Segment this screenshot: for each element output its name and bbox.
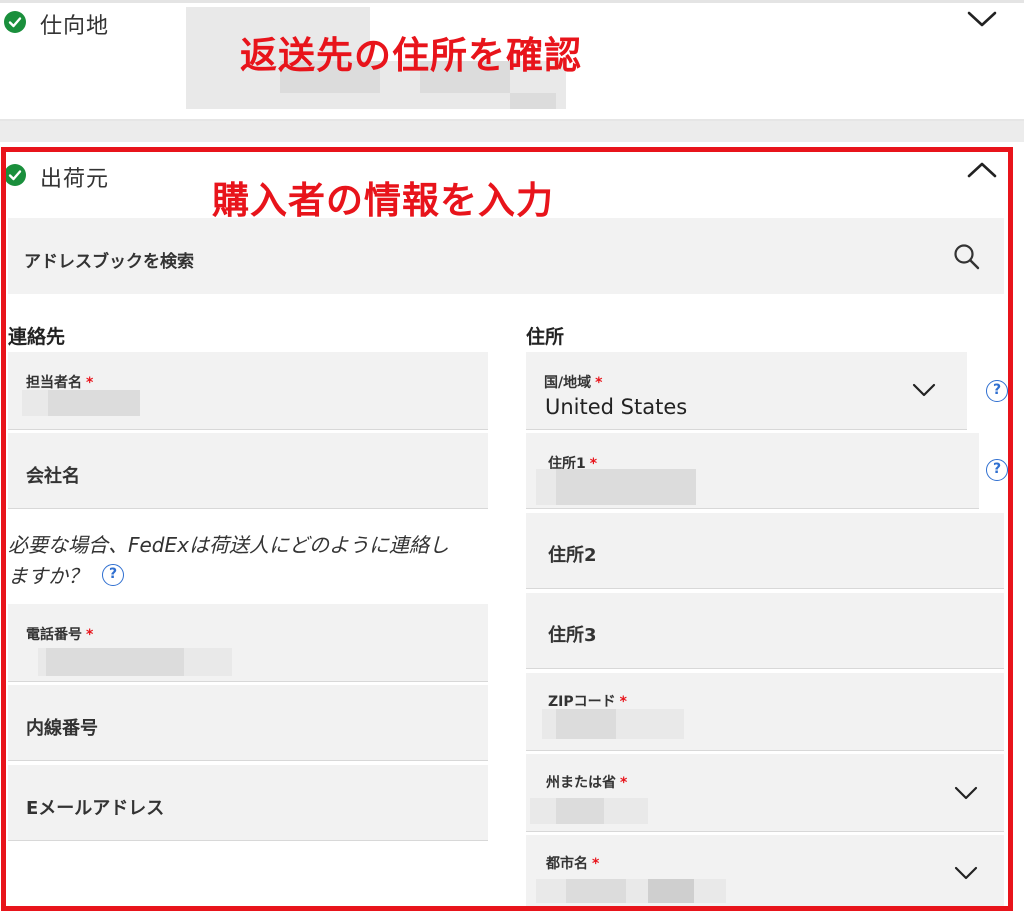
- address3-label: 住所3: [548, 625, 597, 646]
- state-label: 州または省 *: [546, 775, 628, 791]
- redacted-address: [510, 93, 556, 109]
- address-heading: 住所: [526, 326, 565, 348]
- help-icon[interactable]: ?: [986, 380, 1008, 402]
- redacted-value: [48, 390, 140, 416]
- redacted-value: [556, 709, 616, 739]
- destination-section: 仕向地 返送先の住所を確認: [0, 0, 1024, 121]
- phone-number-field[interactable]: 電話番号 *: [8, 604, 488, 682]
- extension-field[interactable]: 内線番号: [8, 685, 488, 761]
- redacted-value: [648, 879, 694, 903]
- state-select[interactable]: 州または省 *: [526, 754, 1004, 832]
- chevron-up-icon[interactable]: [966, 160, 998, 180]
- contact-help-text-line: ますか？: [8, 564, 88, 588]
- search-icon[interactable]: [952, 242, 982, 272]
- chevron-down-icon[interactable]: [911, 382, 937, 398]
- contact-help-text: 必要な場合、FedExは荷送人にどのように連絡し ますか？: [8, 530, 488, 592]
- email-label: Eメールアドレス: [26, 798, 165, 819]
- zip-code-field[interactable]: ZIPコード *: [526, 673, 1004, 751]
- address1-field[interactable]: 住所1 *: [526, 433, 979, 509]
- address2-label: 住所2: [548, 545, 597, 566]
- chevron-down-icon[interactable]: [953, 865, 979, 881]
- contact-name-field[interactable]: 担当者名 *: [8, 352, 488, 430]
- address2-field[interactable]: 住所2: [526, 513, 1004, 589]
- contact-name-label: 担当者名 *: [26, 375, 94, 391]
- redacted-value: [566, 879, 626, 903]
- email-field[interactable]: Eメールアドレス: [8, 765, 488, 841]
- address-book-search[interactable]: アドレスブックを検索: [8, 218, 1004, 294]
- contact-help-text-line: 必要な場合、FedExは荷送人にどのように連絡し: [8, 533, 449, 557]
- chevron-down-icon[interactable]: [953, 785, 979, 801]
- redacted-value: [46, 648, 138, 676]
- extension-label: 内線番号: [26, 718, 98, 739]
- country-value: United States: [545, 395, 688, 419]
- check-circle-icon: [4, 11, 26, 33]
- destination-label: 仕向地: [40, 14, 110, 39]
- address-book-search-label: アドレスブックを検索: [24, 252, 194, 272]
- help-icon[interactable]: ?: [986, 459, 1008, 481]
- origin-label: 出荷元: [40, 167, 110, 192]
- company-name-label: 会社名: [26, 466, 80, 487]
- redacted-value: [556, 798, 604, 824]
- zip-code-label: ZIPコード *: [548, 694, 627, 710]
- address3-field[interactable]: 住所3: [526, 593, 1004, 669]
- city-select[interactable]: 都市名 *: [526, 835, 1004, 911]
- chevron-down-icon[interactable]: [966, 9, 998, 29]
- company-name-field[interactable]: 会社名: [8, 433, 488, 509]
- country-select[interactable]: 国/地域 * United States: [526, 352, 967, 430]
- city-label: 都市名 *: [546, 856, 600, 872]
- origin-annotation: 購入者の情報を入力: [212, 179, 554, 222]
- contact-heading: 連絡先: [8, 326, 66, 348]
- phone-number-label: 電話番号 *: [26, 627, 94, 643]
- check-circle-icon: [4, 164, 26, 186]
- help-icon[interactable]: ?: [102, 564, 124, 586]
- redacted-value: [536, 879, 726, 903]
- redacted-value: [556, 469, 696, 505]
- redacted-value: [138, 648, 184, 676]
- destination-annotation: 返送先の住所を確認: [240, 34, 582, 77]
- country-label: 国/地域 *: [544, 375, 603, 391]
